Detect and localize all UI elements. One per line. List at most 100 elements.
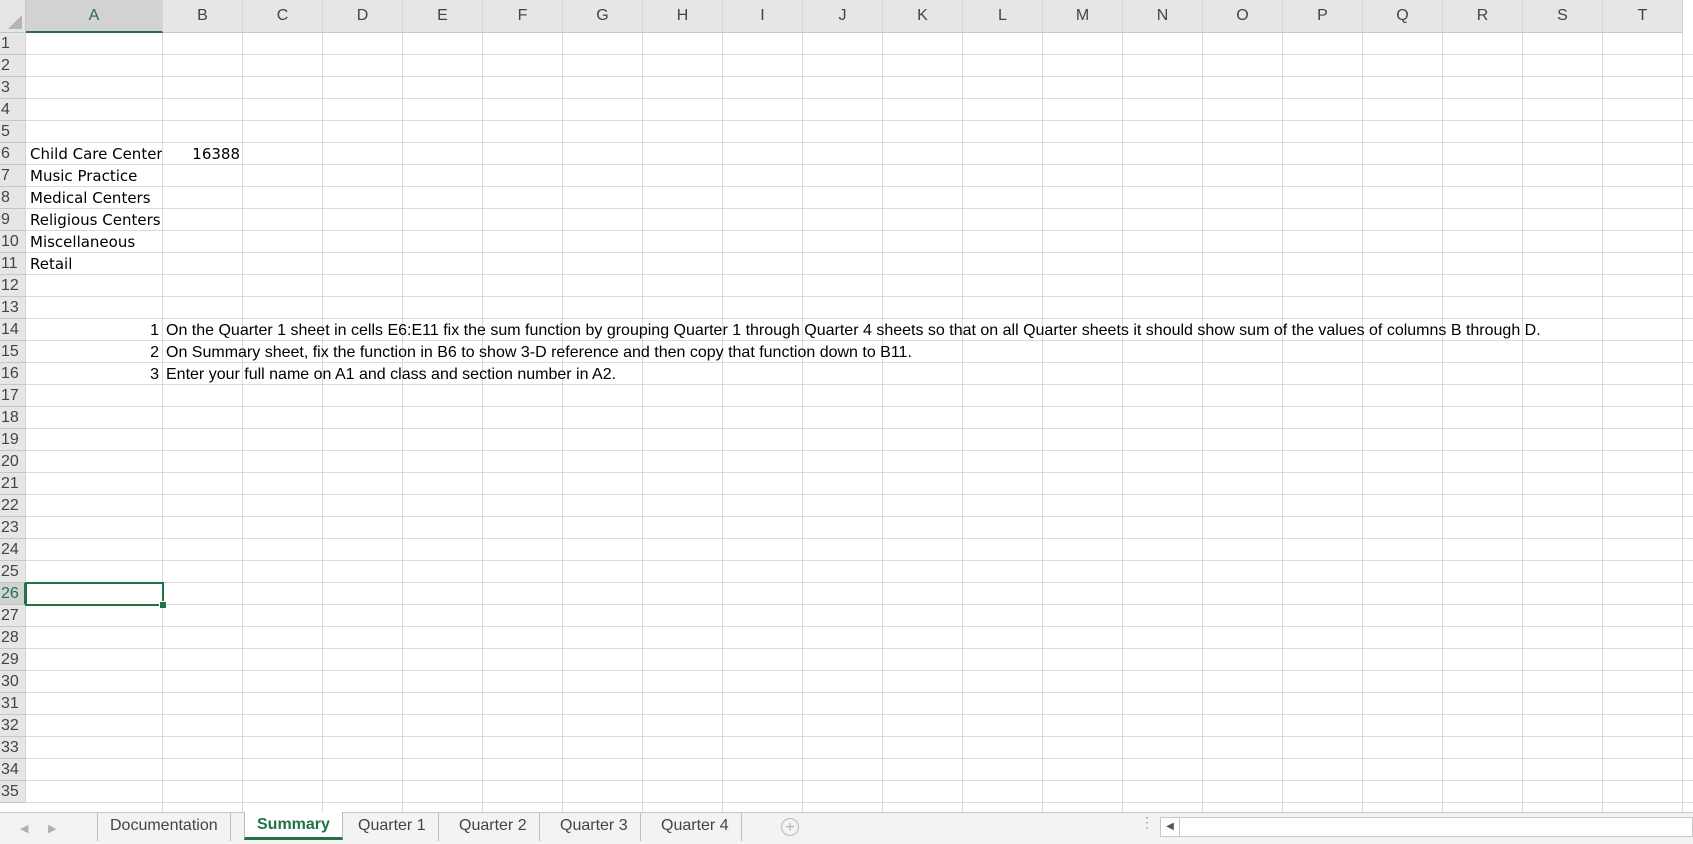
row-header-16[interactable]: 16 [0,363,26,385]
cell-A7[interactable]: Music Practice [30,166,137,187]
column-header-r[interactable]: R [1443,0,1523,33]
row-header-35[interactable]: 35 [0,781,26,803]
cell-A10[interactable]: Miscellaneous [30,232,135,253]
gridline-vertical [1362,33,1363,815]
cell-A9[interactable]: Religious Centers [30,210,161,231]
row-header-9[interactable]: 9 [0,209,26,231]
gridline-vertical [1602,33,1603,815]
scroll-split-handle-icon[interactable]: ⋮ [1140,815,1154,829]
cell-B14[interactable]: On the Quarter 1 sheet in cells E6:E11 f… [166,320,1541,341]
column-header-o[interactable]: O [1203,0,1283,33]
row-header-18[interactable]: 18 [0,407,26,429]
row-header-29[interactable]: 29 [0,649,26,671]
row-header-6[interactable]: 6 [0,143,26,165]
row-header-19[interactable]: 19 [0,429,26,451]
row-header-23[interactable]: 23 [0,517,26,539]
tab-quarter-1[interactable]: Quarter 1 [346,813,439,841]
gridline-vertical [562,33,563,815]
row-header-12[interactable]: 12 [0,275,26,297]
tab-quarter-2[interactable]: Quarter 2 [447,813,540,841]
cell-A15[interactable]: 2 [30,342,159,363]
plus-circle-icon[interactable]: + [781,818,799,836]
gridline-horizontal [26,604,1693,605]
sheet-tab-bar: ◀ ▶ Documentation Summary Quarter 1 Quar… [0,812,1693,844]
fill-handle[interactable] [159,601,167,609]
column-header-b[interactable]: B [163,0,243,33]
column-header-c[interactable]: C [243,0,323,33]
gridline-vertical [242,33,243,815]
row-header-10[interactable]: 10 [0,231,26,253]
column-header-l[interactable]: L [963,0,1043,33]
row-header-25[interactable]: 25 [0,561,26,583]
scrollbar-thumb[interactable] [1180,819,1580,835]
column-header-e[interactable]: E [403,0,483,33]
row-header-20[interactable]: 20 [0,451,26,473]
row-header-8[interactable]: 8 [0,187,26,209]
scroll-left-icon[interactable]: ◀ [1161,818,1180,836]
gridline-horizontal [26,428,1693,429]
row-header-4[interactable]: 4 [0,99,26,121]
gridline-horizontal [26,450,1693,451]
gridline-horizontal [26,230,1693,231]
next-sheet-icon[interactable]: ▶ [48,822,56,835]
column-header-k[interactable]: K [883,0,963,33]
tab-documentation[interactable]: Documentation [97,813,231,841]
cell-B16[interactable]: Enter your full name on A1 and class and… [166,364,616,385]
gridline-horizontal [26,76,1693,77]
row-header-2[interactable]: 2 [0,55,26,77]
column-header-s[interactable]: S [1523,0,1603,33]
cell-B15[interactable]: On Summary sheet, fix the function in B6… [166,342,912,363]
row-header-13[interactable]: 13 [0,297,26,319]
row-header-26[interactable]: 26 [0,583,26,605]
gridline-vertical [722,33,723,815]
column-header-j[interactable]: J [803,0,883,33]
row-header-11[interactable]: 11 [0,253,26,275]
cell-A6[interactable]: Child Care Centers [30,144,162,165]
gridline-horizontal [26,494,1693,495]
gridline-horizontal [26,736,1693,737]
row-header-28[interactable]: 28 [0,627,26,649]
row-header-3[interactable]: 3 [0,77,26,99]
column-header-f[interactable]: F [483,0,563,33]
prev-sheet-icon[interactable]: ◀ [20,822,28,835]
select-all-corner[interactable] [0,0,26,33]
row-header-5[interactable]: 5 [0,121,26,143]
spreadsheet-grid[interactable]: ABCDEFGHIJKLMNOPQRST 1 2 3 4 5 6 7 8 9 10 11 12 13 14… [0,0,1693,815]
column-header-d[interactable]: D [323,0,403,33]
column-header-q[interactable]: Q [1363,0,1443,33]
row-header-30[interactable]: 30 [0,671,26,693]
column-header-i[interactable]: I [723,0,803,33]
column-header-m[interactable]: M [1043,0,1123,33]
row-header-24[interactable]: 24 [0,539,26,561]
row-header-31[interactable]: 31 [0,693,26,715]
row-header-14[interactable]: 14 [0,319,26,341]
tab-summary[interactable]: Summary [244,812,343,840]
row-header-7[interactable]: 7 [0,165,26,187]
cell-A8[interactable]: Medical Centers [30,188,151,209]
tab-quarter-3[interactable]: Quarter 3 [548,813,641,841]
horizontal-scrollbar[interactable]: ◀ [1160,817,1693,837]
row-header-17[interactable]: 17 [0,385,26,407]
cell-A11[interactable]: Retail [30,254,72,275]
cell-A16[interactable]: 3 [30,364,159,385]
row-header-15[interactable]: 15 [0,341,26,363]
row-header-34[interactable]: 34 [0,759,26,781]
gridline-horizontal [26,626,1693,627]
tab-quarter-4[interactable]: Quarter 4 [649,813,742,841]
row-header-27[interactable]: 27 [0,605,26,627]
row-header-22[interactable]: 22 [0,495,26,517]
row-header-32[interactable]: 32 [0,715,26,737]
row-header-33[interactable]: 33 [0,737,26,759]
row-header-21[interactable]: 21 [0,473,26,495]
gridline-horizontal [26,274,1693,275]
cell-A14[interactable]: 1 [30,320,159,341]
column-header-a[interactable]: A [26,0,163,33]
column-header-n[interactable]: N [1123,0,1203,33]
row-header-1[interactable]: 1 [0,33,26,55]
column-header-h[interactable]: H [643,0,723,33]
column-header-t[interactable]: T [1603,0,1683,33]
column-header-g[interactable]: G [563,0,643,33]
column-header-p[interactable]: P [1283,0,1363,33]
active-cell-selection[interactable] [25,582,167,609]
cell-B6[interactable]: 16388 [162,144,240,165]
